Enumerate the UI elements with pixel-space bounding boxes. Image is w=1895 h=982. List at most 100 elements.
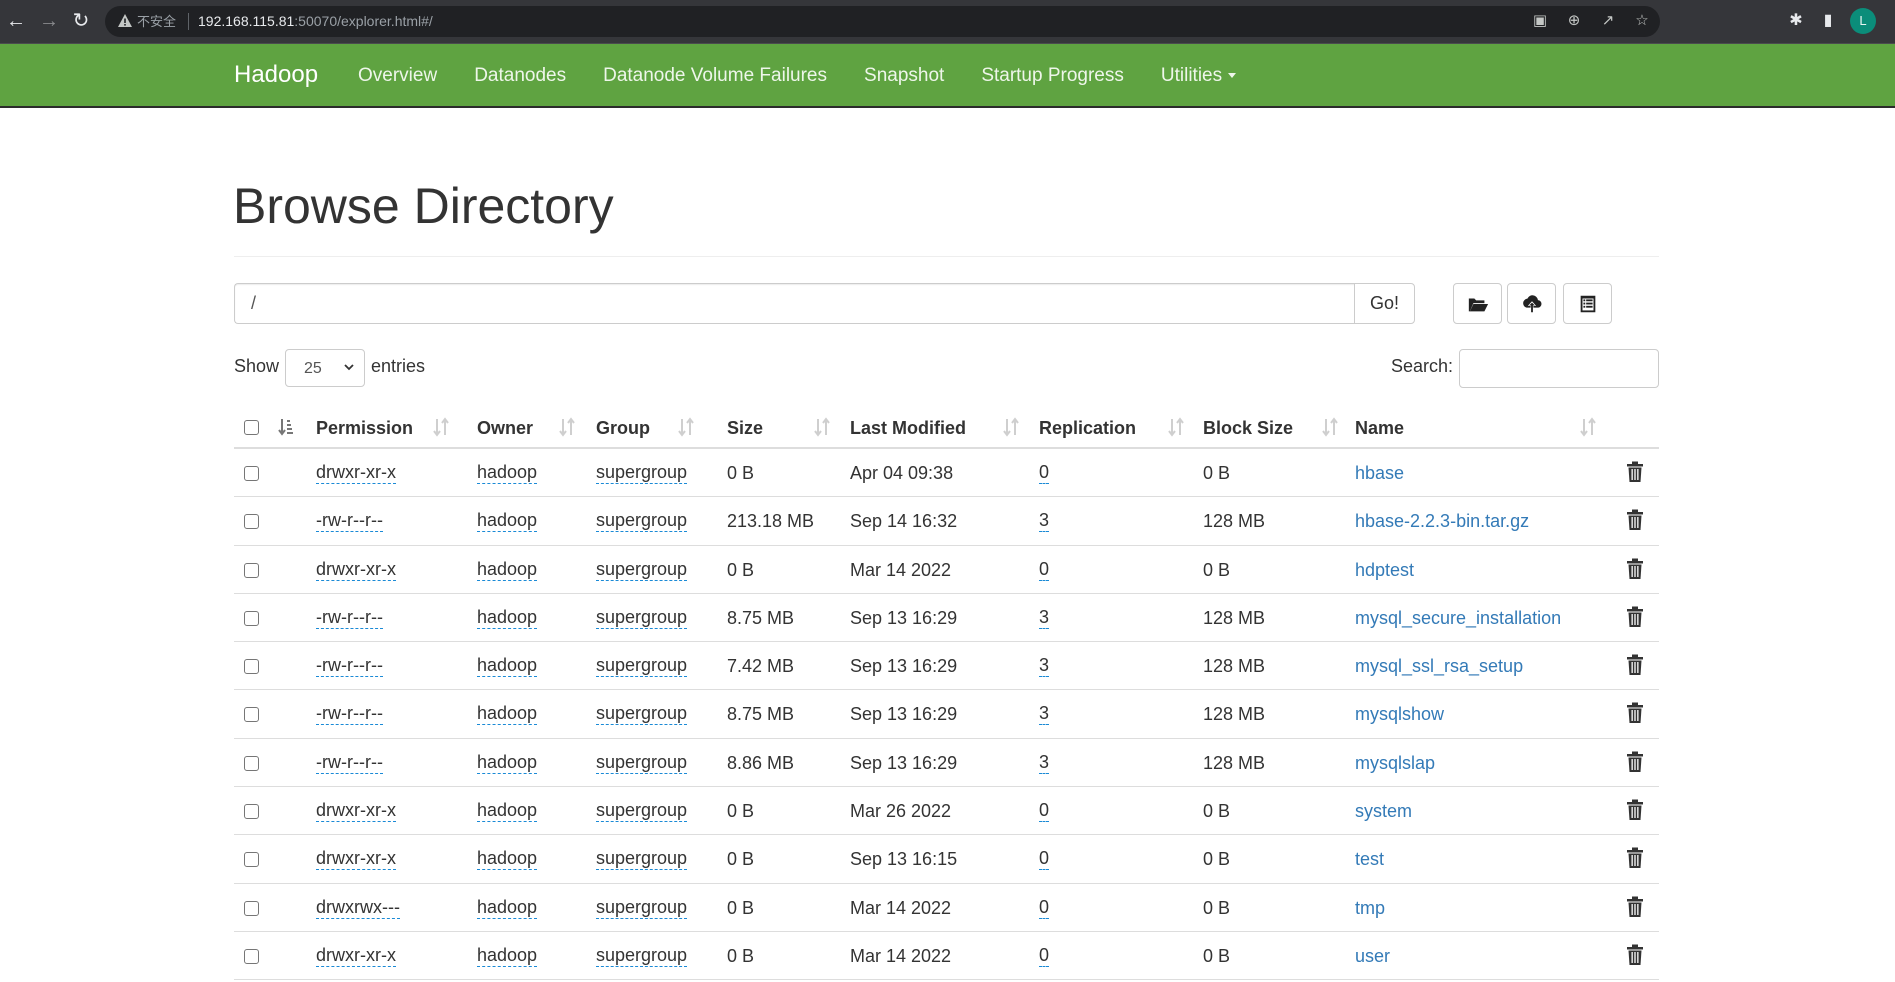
replication-cell[interactable]: 0	[1039, 558, 1050, 581]
group-cell[interactable]: supergroup	[596, 558, 688, 581]
column-name[interactable]: Name	[1355, 415, 1404, 441]
trash-icon[interactable]	[1626, 896, 1644, 918]
column-owner[interactable]: Owner	[477, 415, 533, 441]
group-cell[interactable]: supergroup	[596, 606, 688, 629]
trash-icon[interactable]	[1626, 944, 1644, 966]
row-checkbox[interactable]	[244, 852, 259, 868]
owner-cell[interactable]: hadoop	[477, 558, 538, 581]
name-link[interactable]: mysql_secure_installation	[1355, 606, 1561, 630]
permission-cell[interactable]: drwxr-xr-x	[316, 461, 396, 484]
column-size[interactable]: Size	[727, 415, 763, 441]
translate-icon[interactable]: ▣	[1530, 11, 1550, 31]
row-checkbox[interactable]	[244, 900, 259, 916]
trash-icon[interactable]	[1626, 606, 1644, 628]
permission-cell[interactable]: -rw-r--r--	[316, 606, 383, 629]
permission-cell[interactable]: -rw-r--r--	[316, 751, 383, 774]
name-link[interactable]: mysql_ssl_rsa_setup	[1355, 654, 1523, 678]
trash-icon[interactable]	[1626, 702, 1644, 724]
address-bar[interactable]: 不安全 192.168.115.81:50070/explorer.html#/…	[105, 6, 1660, 37]
side-panel-icon[interactable]: ▮	[1817, 10, 1839, 32]
page-size-select[interactable]: 25	[285, 349, 365, 387]
create-directory-button[interactable]	[1453, 283, 1502, 324]
brand-hadoop[interactable]: Hadoop	[234, 60, 318, 90]
owner-cell[interactable]: hadoop	[477, 461, 538, 484]
column-block-size[interactable]: Block Size	[1203, 415, 1293, 441]
trash-icon[interactable]	[1626, 558, 1644, 580]
column-last-modified[interactable]: Last Modified	[850, 415, 966, 441]
row-checkbox[interactable]	[244, 514, 259, 530]
name-link[interactable]: hbase	[1355, 461, 1404, 485]
replication-cell[interactable]: 0	[1039, 847, 1050, 871]
sort-icon-owner[interactable]	[559, 416, 575, 438]
trash-icon[interactable]	[1626, 654, 1644, 676]
name-link[interactable]: user	[1355, 944, 1390, 968]
name-link[interactable]: tmp	[1355, 896, 1385, 920]
trash-icon[interactable]	[1626, 799, 1644, 821]
nav-datanode-volume-failures[interactable]: Datanode Volume Failures	[603, 65, 827, 87]
name-link[interactable]: system	[1355, 799, 1412, 823]
zoom-icon[interactable]: ⊕	[1564, 11, 1584, 31]
permission-cell[interactable]: drwxr-xr-x	[316, 944, 396, 967]
permission-cell[interactable]: drwxr-xr-x	[316, 799, 396, 823]
name-link[interactable]: hdptest	[1355, 558, 1414, 582]
row-checkbox[interactable]	[244, 466, 259, 481]
row-checkbox[interactable]	[244, 707, 259, 723]
group-cell[interactable]: supergroup	[596, 461, 688, 484]
row-checkbox[interactable]	[244, 804, 259, 820]
search-input[interactable]	[1459, 349, 1659, 388]
permission-cell[interactable]: drwxr-xr-x	[316, 558, 396, 581]
group-cell[interactable]: supergroup	[596, 896, 688, 919]
owner-cell[interactable]: hadoop	[477, 509, 538, 533]
directory-path-input[interactable]	[234, 283, 1355, 324]
nav-snapshot[interactable]: Snapshot	[864, 65, 944, 87]
replication-cell[interactable]: 3	[1039, 654, 1050, 678]
bookmark-star-icon[interactable]: ☆	[1632, 11, 1652, 31]
row-checkbox[interactable]	[244, 755, 259, 771]
trash-icon[interactable]	[1626, 509, 1644, 531]
permission-cell[interactable]: -rw-r--r--	[316, 509, 383, 533]
select-all-checkbox[interactable]	[244, 420, 259, 435]
replication-cell[interactable]: 3	[1039, 606, 1050, 629]
nav-datanodes[interactable]: Datanodes	[474, 65, 566, 87]
nav-startup-progress[interactable]: Startup Progress	[981, 65, 1124, 87]
url-text[interactable]: 192.168.115.81:50070/explorer.html#/	[198, 12, 433, 31]
sort-icon-size[interactable]	[814, 416, 830, 438]
owner-cell[interactable]: hadoop	[477, 751, 538, 774]
owner-cell[interactable]: hadoop	[477, 896, 538, 919]
row-checkbox[interactable]	[244, 562, 259, 578]
column-replication[interactable]: Replication	[1039, 415, 1136, 441]
replication-cell[interactable]: 3	[1039, 509, 1050, 533]
back-icon[interactable]: ←	[4, 9, 28, 33]
owner-cell[interactable]: hadoop	[477, 799, 538, 823]
name-link[interactable]: mysqlslap	[1355, 751, 1435, 775]
group-cell[interactable]: supergroup	[596, 799, 688, 823]
nav-utilities-dropdown[interactable]: Utilities	[1161, 65, 1237, 87]
sort-icon-block-size[interactable]	[1322, 416, 1338, 438]
group-cell[interactable]: supergroup	[596, 702, 688, 726]
profile-avatar[interactable]: L	[1850, 8, 1876, 34]
trash-icon[interactable]	[1626, 847, 1644, 869]
owner-cell[interactable]: hadoop	[477, 702, 538, 726]
group-cell[interactable]: supergroup	[596, 944, 688, 967]
permission-cell[interactable]: -rw-r--r--	[316, 702, 383, 726]
permission-cell[interactable]: drwxrwx---	[316, 896, 400, 919]
name-link[interactable]: hbase-2.2.3-bin.tar.gz	[1355, 509, 1529, 533]
replication-cell[interactable]: 0	[1039, 896, 1050, 919]
reload-icon[interactable]: ↻	[69, 9, 93, 33]
group-cell[interactable]: supergroup	[596, 654, 688, 678]
permission-cell[interactable]: drwxr-xr-x	[316, 847, 396, 871]
replication-cell[interactable]: 0	[1039, 944, 1050, 967]
group-cell[interactable]: supergroup	[596, 847, 688, 871]
cut-paste-button[interactable]	[1563, 283, 1612, 324]
upload-button[interactable]	[1507, 283, 1556, 324]
replication-cell[interactable]: 3	[1039, 702, 1050, 726]
permission-cell[interactable]: -rw-r--r--	[316, 654, 383, 678]
column-permission[interactable]: Permission	[316, 415, 413, 441]
forward-icon[interactable]: →	[37, 9, 61, 33]
extensions-icon[interactable]: ✱	[1785, 10, 1807, 32]
owner-cell[interactable]: hadoop	[477, 944, 538, 967]
replication-cell[interactable]: 0	[1039, 799, 1050, 823]
sort-icon-permission[interactable]	[433, 416, 449, 438]
row-checkbox[interactable]	[244, 610, 259, 626]
group-cell[interactable]: supergroup	[596, 751, 688, 774]
